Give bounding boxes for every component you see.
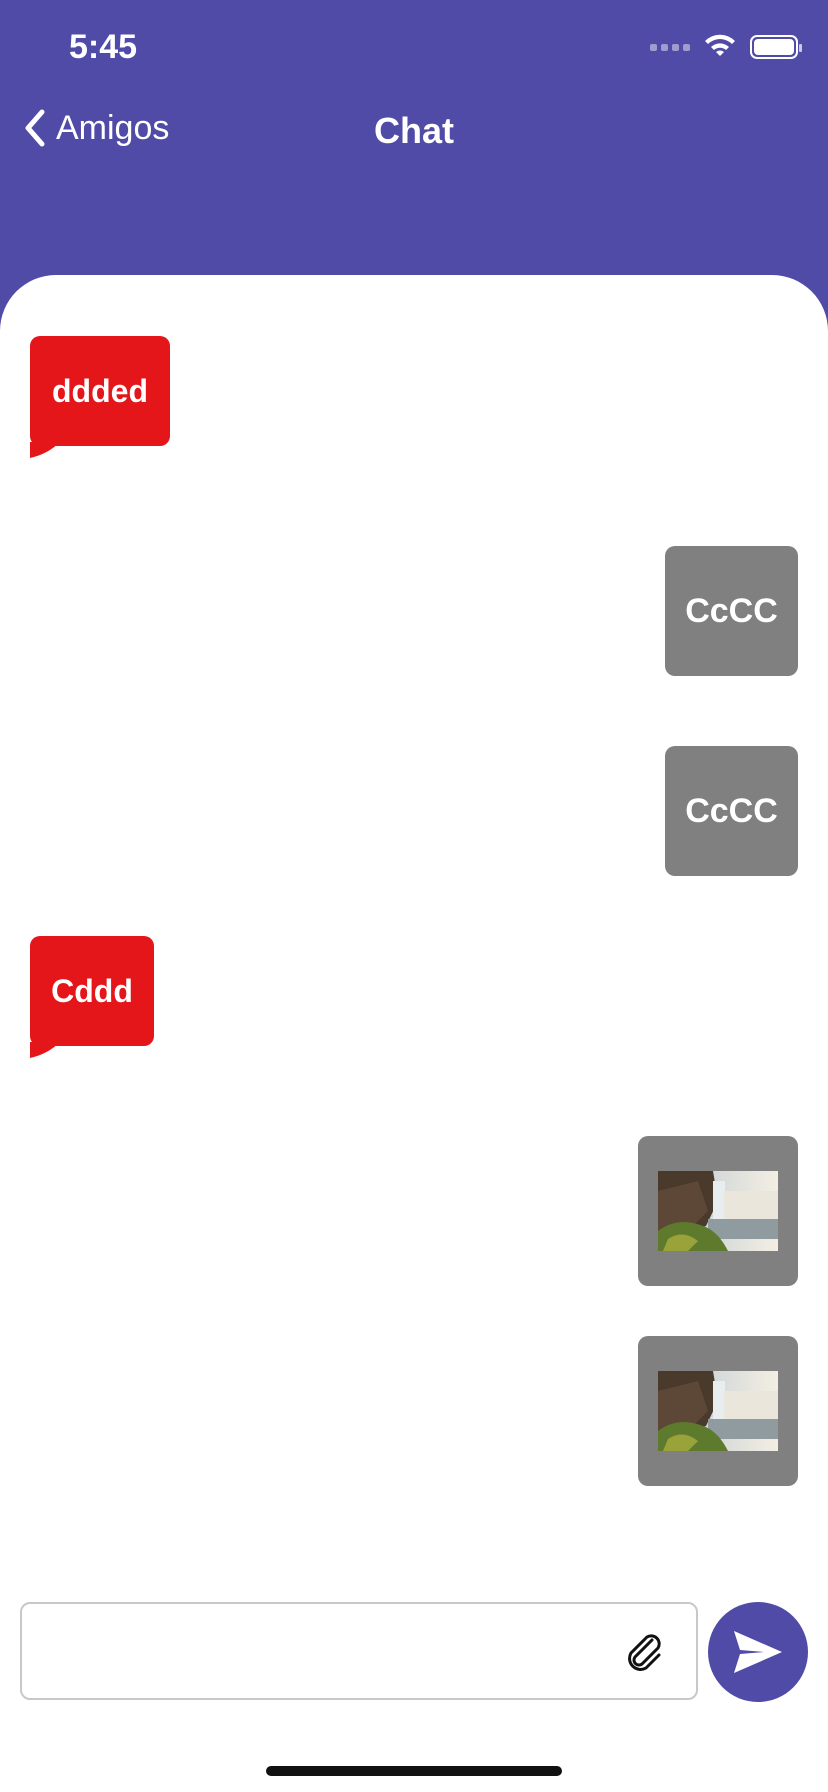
waterfall-photo[interactable] (658, 1171, 778, 1251)
message-bubble-image[interactable] (638, 1136, 798, 1286)
wifi-icon (705, 34, 735, 56)
message-text: Cddd (51, 972, 133, 1009)
message-text: CcCC (685, 591, 778, 630)
signal-icon (650, 43, 690, 51)
paper-plane-icon (734, 1631, 782, 1673)
status-icons (650, 34, 802, 60)
waterfall-photo[interactable] (658, 1371, 778, 1451)
message-composer (20, 1602, 698, 1700)
home-indicator[interactable] (266, 1766, 562, 1776)
paperclip-icon[interactable] (622, 1630, 668, 1676)
bubble-tail (30, 1042, 60, 1058)
message-bubble-incoming[interactable]: ddded (30, 336, 170, 458)
bubble-tail (30, 442, 60, 458)
message-bubble-outgoing[interactable]: CcCC (665, 746, 798, 876)
message-bubble-image[interactable] (638, 1336, 798, 1486)
page-title: Chat (374, 110, 454, 151)
message-bubble-outgoing[interactable]: CcCC (665, 546, 798, 676)
status-time: 5:45 (69, 28, 138, 66)
message-bubble-incoming[interactable]: Cddd (30, 936, 154, 1058)
message-text: CcCC (685, 791, 778, 830)
send-button[interactable] (708, 1602, 808, 1702)
message-text: ddded (52, 372, 148, 409)
chat-area[interactable]: ddded CcCC CcCC Cddd (0, 275, 828, 1792)
message-input[interactable] (40, 1624, 620, 1680)
battery-icon (750, 35, 802, 59)
